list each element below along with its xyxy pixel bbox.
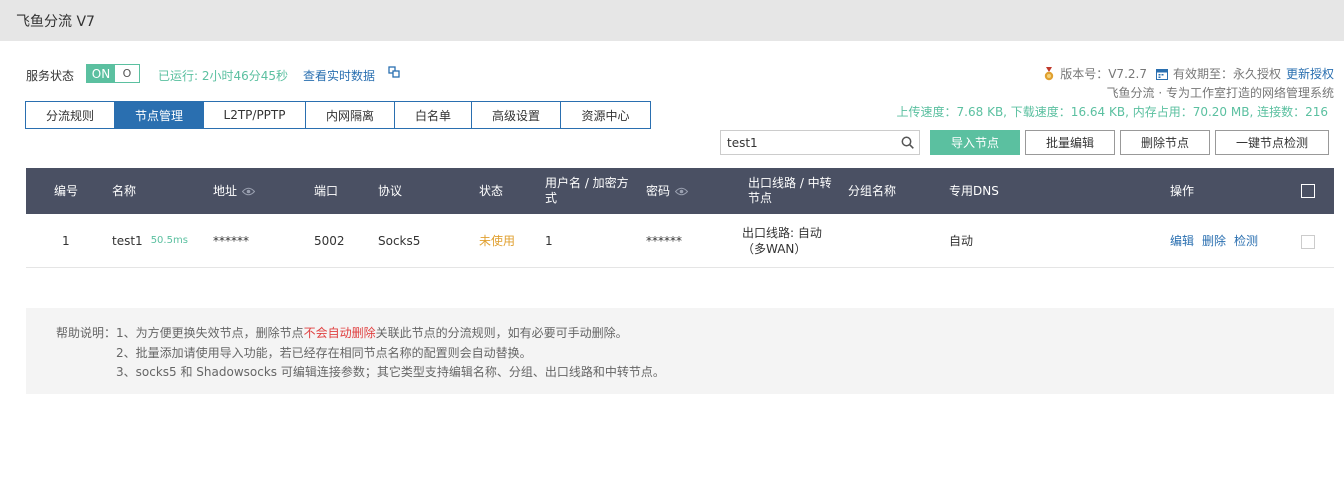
help-panel: 帮助说明： 1、为方便更换失效节点，删除节点不会自动删除关联此节点的分流规则，如… [26,308,1334,394]
select-all-checkbox[interactable] [1301,184,1315,198]
product-subtitle: 飞鱼分流 · 专为工作室打造的网络管理系统 [1106,86,1334,100]
header-route: 出口线路 / 中转节点 [748,176,832,205]
table-header: 编号 名称 地址 端口 协议 状态 用户名 / 加密方式 密码 出口线路 / 中… [26,168,1334,214]
version-text: 版本号：V7.2.7 [1060,67,1147,81]
eye-icon[interactable] [675,187,689,196]
cell-user: 1 [545,234,553,248]
help-line-1: 1、为方便更换失效节点，删除节点不会自动删除关联此节点的分流规则，如有必要可手动… [116,324,628,341]
tab-label: L2TP/PPTP [223,108,286,122]
tab-l2tp-pptp[interactable]: L2TP/PPTP [204,102,306,128]
header-id: 编号 [54,183,79,198]
tab-label: 节点管理 [134,108,183,123]
tab-label: 白名单 [414,108,451,123]
cell-password: ****** [646,234,682,248]
tab-resource-center[interactable]: 资源中心 [561,102,650,128]
tab-advanced-settings[interactable]: 高级设置 [472,102,561,128]
latency-badge: 50.5ms [150,235,188,246]
tab-routing-rules[interactable]: 分流规则 [26,102,115,128]
cell-route: 出口线路: 自动（多WAN） [742,226,822,256]
header-group: 分组名称 [848,183,897,198]
eye-icon[interactable] [242,187,256,196]
update-license-link[interactable]: 更新授权 [1286,65,1334,82]
service-status-label: 服务状态 [26,69,75,83]
app-title: 飞鱼分流 V7 [16,14,95,30]
tab-label: 分流规则 [45,108,94,123]
cell-name: test1 50.5ms [112,214,188,268]
tab-label: 内网隔离 [325,108,374,123]
import-nodes-button[interactable]: 导入节点 [930,130,1020,155]
cell-protocol: Socks5 [378,234,421,248]
help-line-1-b: 关联此节点的分流规则，如有必要可手动删除。 [375,326,628,340]
external-window-icon[interactable] [388,66,400,78]
header-ops: 操作 [1170,183,1195,198]
expiry-text: 有效期至：永久授权 [1172,67,1281,81]
header-dns: 专用DNS [949,183,999,198]
cell-status: 未使用 [479,234,516,248]
header-name: 名称 [112,183,137,198]
tab-node-management[interactable]: 节点管理 [115,102,204,128]
calendar-icon [1155,68,1168,80]
delete-nodes-button[interactable]: 删除节点 [1120,130,1210,155]
batch-edit-button[interactable]: 批量编辑 [1025,130,1115,155]
header-password: 密码 [646,168,689,214]
check-all-nodes-button[interactable]: 一键节点检测 [1215,130,1329,155]
help-line-2: 2、批量添加请使用导入功能，若已经存在相同节点名称的配置则会自动替换。 [116,346,532,360]
tab-whitelist[interactable]: 白名单 [395,102,472,128]
title-bar: 飞鱼分流 V7 [0,0,1344,41]
tab-label: 高级设置 [491,108,540,123]
header-protocol: 协议 [378,183,403,198]
cell-port: 5002 [314,234,345,248]
help-line-3: 3、socks5 和 Shadowsocks 可编辑连接参数；其它类型支持编辑名… [116,365,665,379]
tab-lan-isolation[interactable]: 内网隔离 [306,102,395,128]
tab-label: 资源中心 [581,108,630,123]
header-address: 地址 [213,168,256,214]
delete-link[interactable]: 删除 [1202,233,1226,249]
toggle-on-label: ON [87,65,115,82]
header-address-label: 地址 [213,183,238,198]
main-tabs: 分流规则 节点管理 L2TP/PPTP 内网隔离 白名单 高级设置 资源中心 [25,101,651,129]
medal-icon [1045,66,1054,80]
edit-link[interactable]: 编辑 [1170,233,1194,249]
search-input[interactable] [721,131,891,154]
help-label: 帮助说明： [56,326,117,340]
node-name: test1 [112,234,143,248]
row-checkbox[interactable] [1301,235,1315,249]
header-status: 状态 [479,183,504,198]
search-box [720,130,920,155]
toggle-off-label: O [122,67,132,80]
check-link[interactable]: 检测 [1234,233,1258,249]
header-user-encryption: 用户名 / 加密方式 [545,176,629,205]
header-port: 端口 [314,183,339,198]
header-password-label: 密码 [646,183,671,198]
help-line-1-a: 1、为方便更换失效节点，删除节点 [116,326,304,340]
search-icon[interactable] [901,136,914,149]
help-line-1-highlight: 不会自动删除 [303,326,376,340]
cell-dns: 自动 [949,234,974,248]
cell-id: 1 [62,234,70,248]
cell-address: ****** [213,234,249,248]
cell-ops: 编辑 删除 检测 [1170,214,1266,268]
uptime-text: 已运行: 2小时46分45秒 [158,69,289,83]
system-stats: 上传速度：7.68 KB, 下载速度：16.64 KB, 内存占用：70.20 … [896,105,1328,119]
table-row: 1 test1 50.5ms ****** 5002 Socks5 未使用 1 … [26,214,1334,268]
realtime-data-link[interactable]: 查看实时数据 [303,67,375,84]
service-toggle[interactable]: ON O [86,64,140,83]
version-info: 版本号：V7.2.7 有效期至：永久授权 更新授权 [1043,65,1334,82]
